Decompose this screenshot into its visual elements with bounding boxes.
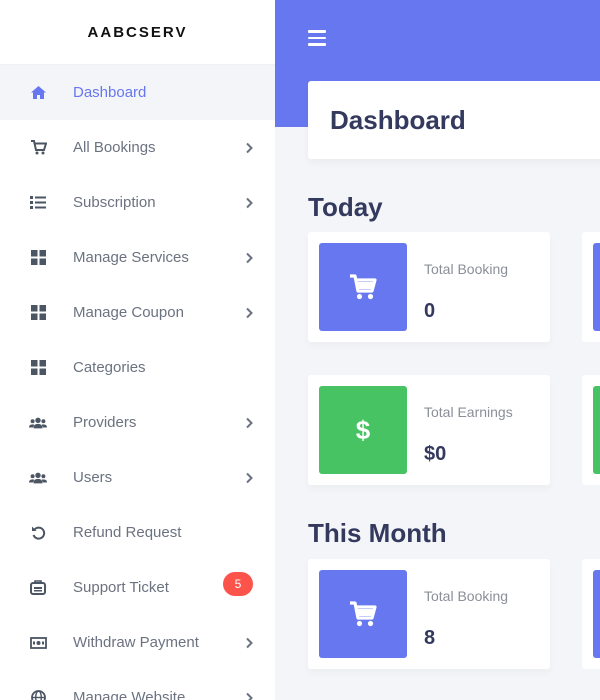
notification-badge: 5 bbox=[223, 572, 253, 596]
dollar-icon: $ bbox=[319, 386, 407, 474]
globe-icon bbox=[29, 689, 47, 700]
sidebar-item-withdraw-payment[interactable]: Withdraw Payment bbox=[0, 615, 275, 670]
grid-icon bbox=[29, 249, 47, 267]
stat-value: $0 bbox=[424, 443, 447, 465]
card-icon-box-partial bbox=[593, 386, 600, 474]
main-content: Dashboard Today Total Booking 0 $ Total … bbox=[275, 0, 600, 700]
chevron-right-icon bbox=[246, 472, 253, 483]
cart-icon bbox=[29, 139, 47, 157]
sidebar-item-users[interactable]: Users bbox=[0, 450, 275, 505]
sidebar-item-providers[interactable]: Providers bbox=[0, 395, 275, 450]
stat-card-partial[interactable] bbox=[582, 559, 600, 669]
sidebar-item-categories[interactable]: Categories bbox=[0, 340, 275, 395]
card-icon-box-partial bbox=[593, 570, 600, 658]
sidebar-item-label: Categories bbox=[73, 359, 146, 376]
section-title-today: Today bbox=[308, 192, 383, 222]
sidebar-item-manage-coupon[interactable]: Manage Coupon bbox=[0, 285, 275, 340]
brand-logo[interactable]: AABCSERV bbox=[0, 0, 275, 65]
stat-value: 0 bbox=[424, 300, 436, 322]
card-icon-box-partial bbox=[593, 243, 600, 331]
chevron-right-icon bbox=[246, 417, 253, 428]
sidebar-item-manage-website[interactable]: Manage Website bbox=[0, 670, 275, 700]
users-icon bbox=[29, 414, 47, 432]
stat-label: Total Earnings bbox=[424, 404, 513, 420]
cart-icon bbox=[319, 570, 407, 658]
sidebar-item-dashboard[interactable]: Dashboard bbox=[0, 65, 275, 120]
chevron-right-icon bbox=[246, 637, 253, 648]
stat-label: Total Booking bbox=[424, 588, 509, 604]
chevron-right-icon bbox=[246, 252, 253, 263]
sidebar-item-subscription[interactable]: Subscription bbox=[0, 175, 275, 230]
undo-icon bbox=[29, 524, 47, 542]
chevron-right-icon bbox=[246, 692, 253, 700]
grid-icon bbox=[29, 359, 47, 377]
money-icon bbox=[29, 634, 47, 652]
grid-icon bbox=[29, 304, 47, 322]
page-header: Dashboard bbox=[308, 81, 600, 159]
chevron-right-icon bbox=[246, 142, 253, 153]
sidebar-item-refund-request[interactable]: Refund Request bbox=[0, 505, 275, 560]
stat-value: 8 bbox=[424, 627, 436, 649]
home-icon bbox=[29, 84, 47, 102]
chevron-right-icon bbox=[246, 197, 253, 208]
sidebar-item-support-ticket[interactable]: Support Ticket 5 bbox=[0, 560, 275, 615]
users-icon bbox=[29, 469, 47, 487]
sidebar: AABCSERV Dashboard All Bookings Subscrip… bbox=[0, 0, 275, 700]
cart-icon bbox=[319, 243, 407, 331]
page-title: Dashboard bbox=[330, 104, 466, 135]
list-icon bbox=[29, 194, 47, 212]
sidebar-item-label: Dashboard bbox=[73, 84, 147, 101]
hamburger-icon[interactable] bbox=[308, 30, 326, 46]
sidebar-item-all-bookings[interactable]: All Bookings bbox=[0, 120, 275, 175]
stat-card-partial[interactable] bbox=[582, 375, 600, 485]
section-title-this-month: This Month bbox=[308, 518, 447, 548]
sidebar-item-manage-services[interactable]: Manage Services bbox=[0, 230, 275, 285]
stat-card-total-booking-month[interactable]: Total Booking 8 bbox=[308, 559, 550, 669]
stat-card-total-booking-today[interactable]: Total Booking 0 bbox=[308, 232, 550, 342]
chevron-right-icon bbox=[246, 307, 253, 318]
stat-label: Total Booking bbox=[424, 261, 509, 277]
stat-card-total-earnings-today[interactable]: $ Total Earnings $0 bbox=[308, 375, 550, 485]
sidebar-item-label: Refund Request bbox=[73, 524, 182, 541]
svg-text:$: $ bbox=[356, 416, 371, 444]
ticket-icon bbox=[29, 579, 47, 597]
stat-card-partial[interactable] bbox=[582, 232, 600, 342]
